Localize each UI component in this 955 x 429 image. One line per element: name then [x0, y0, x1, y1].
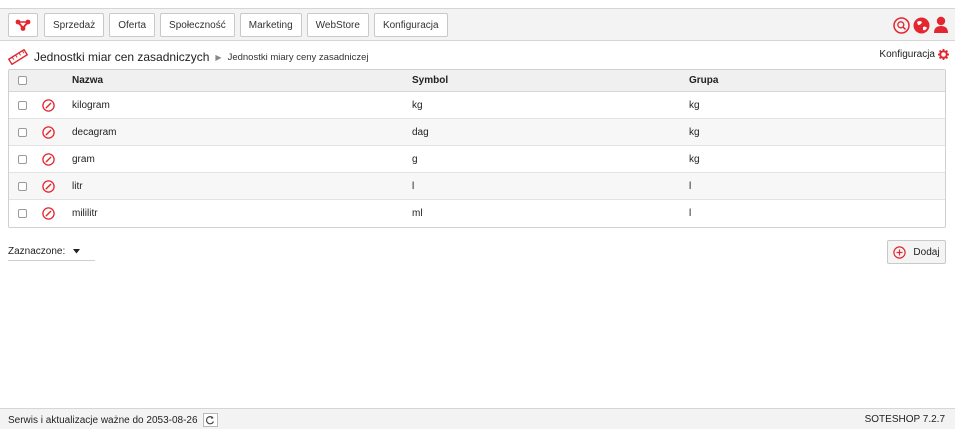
main-nav: Sprzedaż Oferta Społeczność Marketing We…	[44, 13, 448, 37]
cell-symbol: kg	[412, 99, 423, 111]
search-icon[interactable]	[893, 16, 910, 34]
config-link-label: Konfiguracja	[879, 49, 935, 60]
column-header-symbol[interactable]: Symbol	[412, 70, 448, 91]
nav-spolecznosc[interactable]: Społeczność	[160, 13, 235, 37]
cell-symbol: dag	[412, 126, 429, 138]
cell-symbol: ml	[412, 208, 423, 219]
column-header-name[interactable]: Nazwa	[72, 70, 103, 91]
cell-name[interactable]: gram	[72, 146, 95, 172]
edit-icon[interactable]	[42, 207, 55, 220]
row-checkbox[interactable]	[18, 127, 27, 137]
row-checkbox[interactable]	[18, 209, 27, 218]
breadcrumb-current: Jednostki miary ceny zasadniczej	[227, 51, 369, 63]
caret-down-icon	[73, 248, 81, 253]
nav-konfiguracja[interactable]: Konfiguracja	[373, 13, 448, 37]
row-checkbox[interactable]	[18, 100, 27, 110]
breadcrumb: Jednostki miar cen zasadniczych ▶ Jednos…	[8, 47, 369, 67]
status-footer: Serwis i aktualizacje ważne do 2053-08-2…	[0, 408, 955, 429]
edit-icon[interactable]	[42, 98, 55, 112]
edit-icon[interactable]	[42, 179, 55, 193]
table-row: mililitr ml l	[9, 200, 945, 227]
cell-symbol: g	[412, 153, 418, 165]
table-row: gram g kg	[9, 146, 945, 173]
add-button[interactable]: Dodaj	[887, 240, 946, 264]
nav-marketing[interactable]: Marketing	[239, 13, 302, 37]
edit-icon[interactable]	[42, 152, 55, 166]
cell-group: kg	[689, 153, 700, 165]
service-validity-text: Serwis i aktualizacje ważne do 2053-08-2…	[8, 414, 198, 426]
plus-circle-icon	[893, 245, 907, 259]
nav-oferta[interactable]: Oferta	[109, 13, 156, 37]
version-label: SOTESHOP 7.2.7	[864, 414, 945, 425]
gear-icon	[938, 49, 949, 60]
cell-name[interactable]: litr	[72, 173, 83, 199]
nav-webstore[interactable]: WebStore	[306, 13, 369, 37]
select-all-checkbox[interactable]	[18, 76, 27, 85]
cell-name[interactable]: kilogram	[72, 92, 110, 118]
edit-icon[interactable]	[42, 125, 55, 139]
selected-actions-dropdown[interactable]: Zaznaczone:	[8, 242, 95, 261]
cell-group: l	[689, 208, 692, 219]
cell-name[interactable]: decagram	[72, 119, 116, 145]
ruler-icon	[8, 49, 28, 65]
cell-symbol: l	[412, 180, 415, 192]
top-menu-bar: Sprzedaż Oferta Społeczność Marketing We…	[0, 8, 955, 41]
refresh-button[interactable]	[202, 413, 218, 427]
logo-icon	[15, 19, 31, 31]
nav-sprzedaz[interactable]: Sprzedaż	[44, 13, 105, 37]
refresh-icon	[206, 416, 215, 425]
table-row: kilogram kg kg	[9, 92, 945, 119]
cell-group: l	[689, 180, 692, 192]
selected-actions-label: Zaznaczone:	[8, 245, 66, 257]
home-logo-button[interactable]	[8, 13, 38, 37]
row-checkbox[interactable]	[18, 154, 27, 164]
table-row: litr l l	[9, 173, 945, 200]
table-row: decagram dag kg	[9, 119, 945, 146]
breadcrumb-arrow-icon: ▶	[215, 52, 222, 62]
row-checkbox[interactable]	[18, 181, 27, 191]
cell-group: kg	[689, 99, 700, 111]
config-link[interactable]: Konfiguracja	[879, 49, 949, 60]
add-button-label: Dodaj	[913, 246, 940, 258]
cell-group: kg	[689, 126, 700, 138]
cell-name[interactable]: mililitr	[72, 200, 98, 227]
header-icons	[893, 16, 949, 34]
units-table: Nazwa Symbol Grupa kilogram kg kg decagr…	[8, 69, 946, 228]
column-header-group[interactable]: Grupa	[689, 70, 718, 91]
globe-icon[interactable]	[913, 17, 930, 34]
breadcrumb-main[interactable]: Jednostki miar cen zasadniczych	[34, 50, 209, 64]
table-header: Nazwa Symbol Grupa	[9, 70, 945, 92]
user-icon[interactable]	[933, 16, 949, 34]
